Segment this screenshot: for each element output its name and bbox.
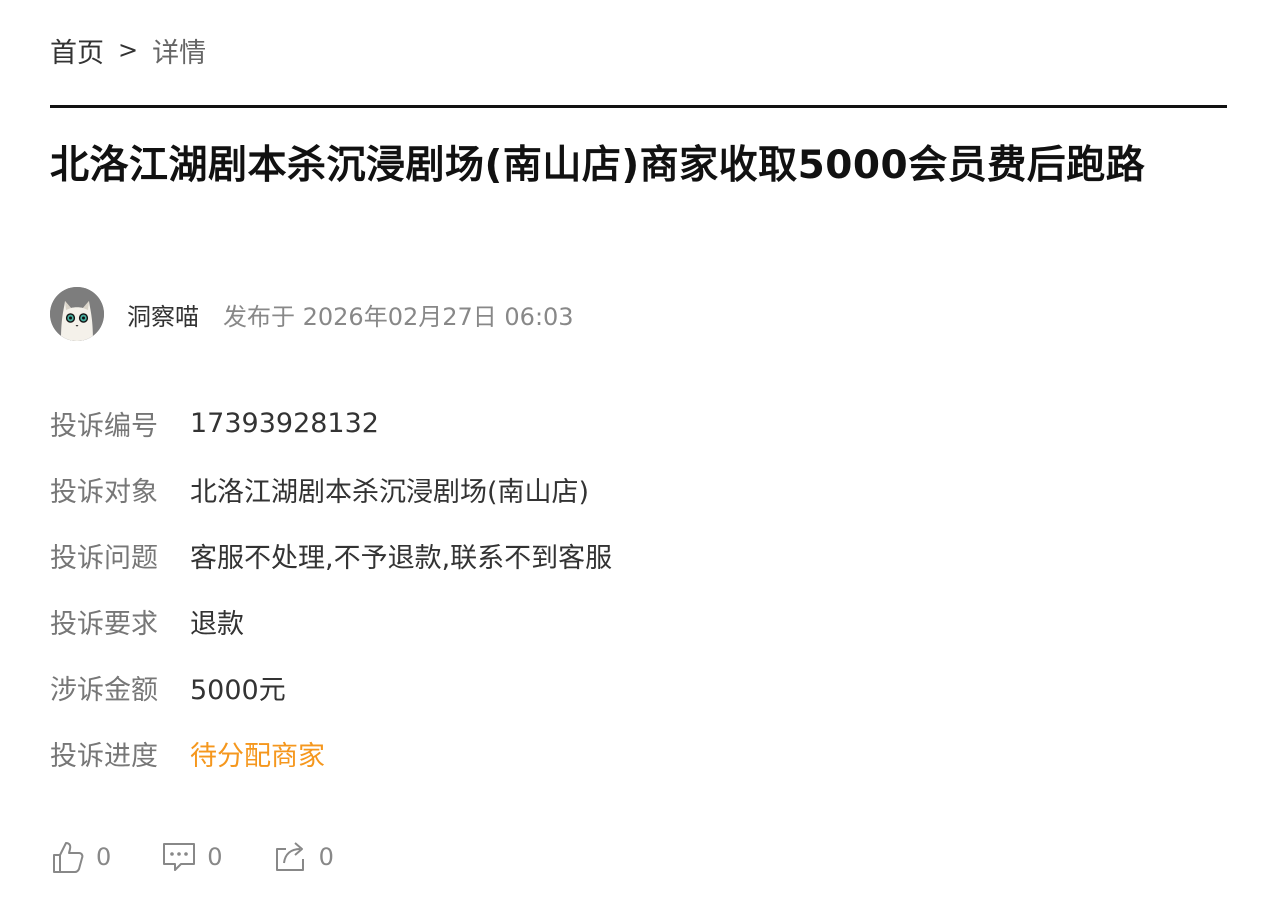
info-label: 投诉编号 bbox=[50, 410, 158, 442]
info-row-complaint-amount: 涉诉金额 5000元 bbox=[50, 654, 1150, 720]
info-row-complaint-id: 投诉编号 17393928132 bbox=[50, 390, 1150, 456]
info-value: 北洛江湖剧本杀沉浸剧场(南山店) bbox=[190, 476, 590, 508]
info-value: 17393928132 bbox=[190, 407, 379, 439]
info-row-complaint-request: 投诉要求 退款 bbox=[50, 588, 1150, 654]
comment-count: 0 bbox=[207, 843, 223, 871]
info-row-complaint-status: 投诉进度 待分配商家 bbox=[50, 720, 1150, 786]
info-label: 投诉对象 bbox=[50, 476, 158, 508]
like-button[interactable]: 0 bbox=[50, 839, 111, 875]
complaint-detail-page: 首页 > 详情 北洛江湖剧本杀沉浸剧场(南山店)商家收取5000会员费后跑路 洞… bbox=[0, 0, 1280, 910]
breadcrumb-home-link[interactable]: 首页 bbox=[50, 31, 104, 70]
info-row-complaint-issue: 投诉问题 客服不处理,不予退款,联系不到客服 bbox=[50, 522, 1150, 588]
thumbs-up-icon bbox=[53, 842, 84, 873]
status-value: 待分配商家 bbox=[190, 740, 325, 772]
breadcrumb-current: 详情 bbox=[152, 37, 207, 69]
info-label: 投诉进度 bbox=[50, 740, 158, 772]
share-count: 0 bbox=[318, 843, 334, 871]
comment-button[interactable]: 0 bbox=[161, 839, 223, 875]
info-label: 投诉要求 bbox=[50, 608, 158, 640]
author-name[interactable]: 洞察喵 bbox=[127, 297, 199, 332]
publish-time: 发布于 2026年02月27日 06:03 bbox=[223, 302, 574, 331]
info-row-complaint-target: 投诉对象 北洛江湖剧本杀沉浸剧场(南山店) bbox=[50, 456, 1150, 522]
header-divider bbox=[50, 105, 1227, 108]
info-label: 涉诉金额 bbox=[50, 674, 158, 706]
info-value: 客服不处理,不予退款,联系不到客服 bbox=[190, 542, 613, 574]
info-value: 退款 bbox=[190, 608, 244, 640]
cat-avatar-icon bbox=[50, 287, 104, 341]
action-bar: 0 0 0 bbox=[50, 836, 384, 878]
info-value: 5000元 bbox=[190, 674, 286, 706]
comment-icon bbox=[163, 843, 196, 871]
share-icon bbox=[275, 842, 304, 871]
breadcrumb: 首页 > 详情 bbox=[50, 30, 206, 70]
author-avatar[interactable] bbox=[50, 287, 104, 341]
article-title: 北洛江湖剧本杀沉浸剧场(南山店)商家收取5000会员费后跑路 bbox=[50, 143, 1146, 188]
complaint-info: 投诉编号 17393928132 投诉对象 北洛江湖剧本杀沉浸剧场(南山店) 投… bbox=[50, 390, 1150, 786]
like-count: 0 bbox=[96, 843, 112, 871]
breadcrumb-separator: > bbox=[118, 36, 139, 64]
article-meta: 洞察喵 发布于 2026年02月27日 06:03 bbox=[50, 287, 574, 341]
share-button[interactable]: 0 bbox=[273, 839, 334, 875]
info-label: 投诉问题 bbox=[50, 542, 158, 574]
